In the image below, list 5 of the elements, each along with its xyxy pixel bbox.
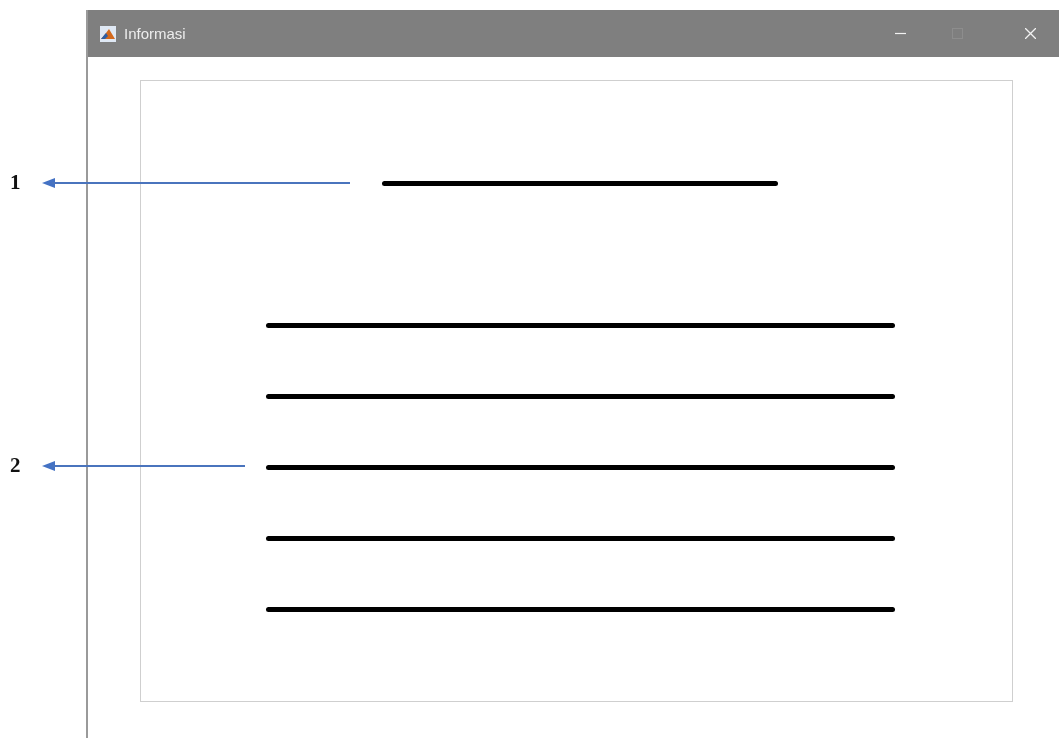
callout-number: 1 xyxy=(10,170,22,195)
close-icon xyxy=(1024,28,1036,39)
window-title: Informasi xyxy=(124,25,186,42)
callout-number: 2 xyxy=(10,453,22,478)
app-icon xyxy=(100,25,116,42)
